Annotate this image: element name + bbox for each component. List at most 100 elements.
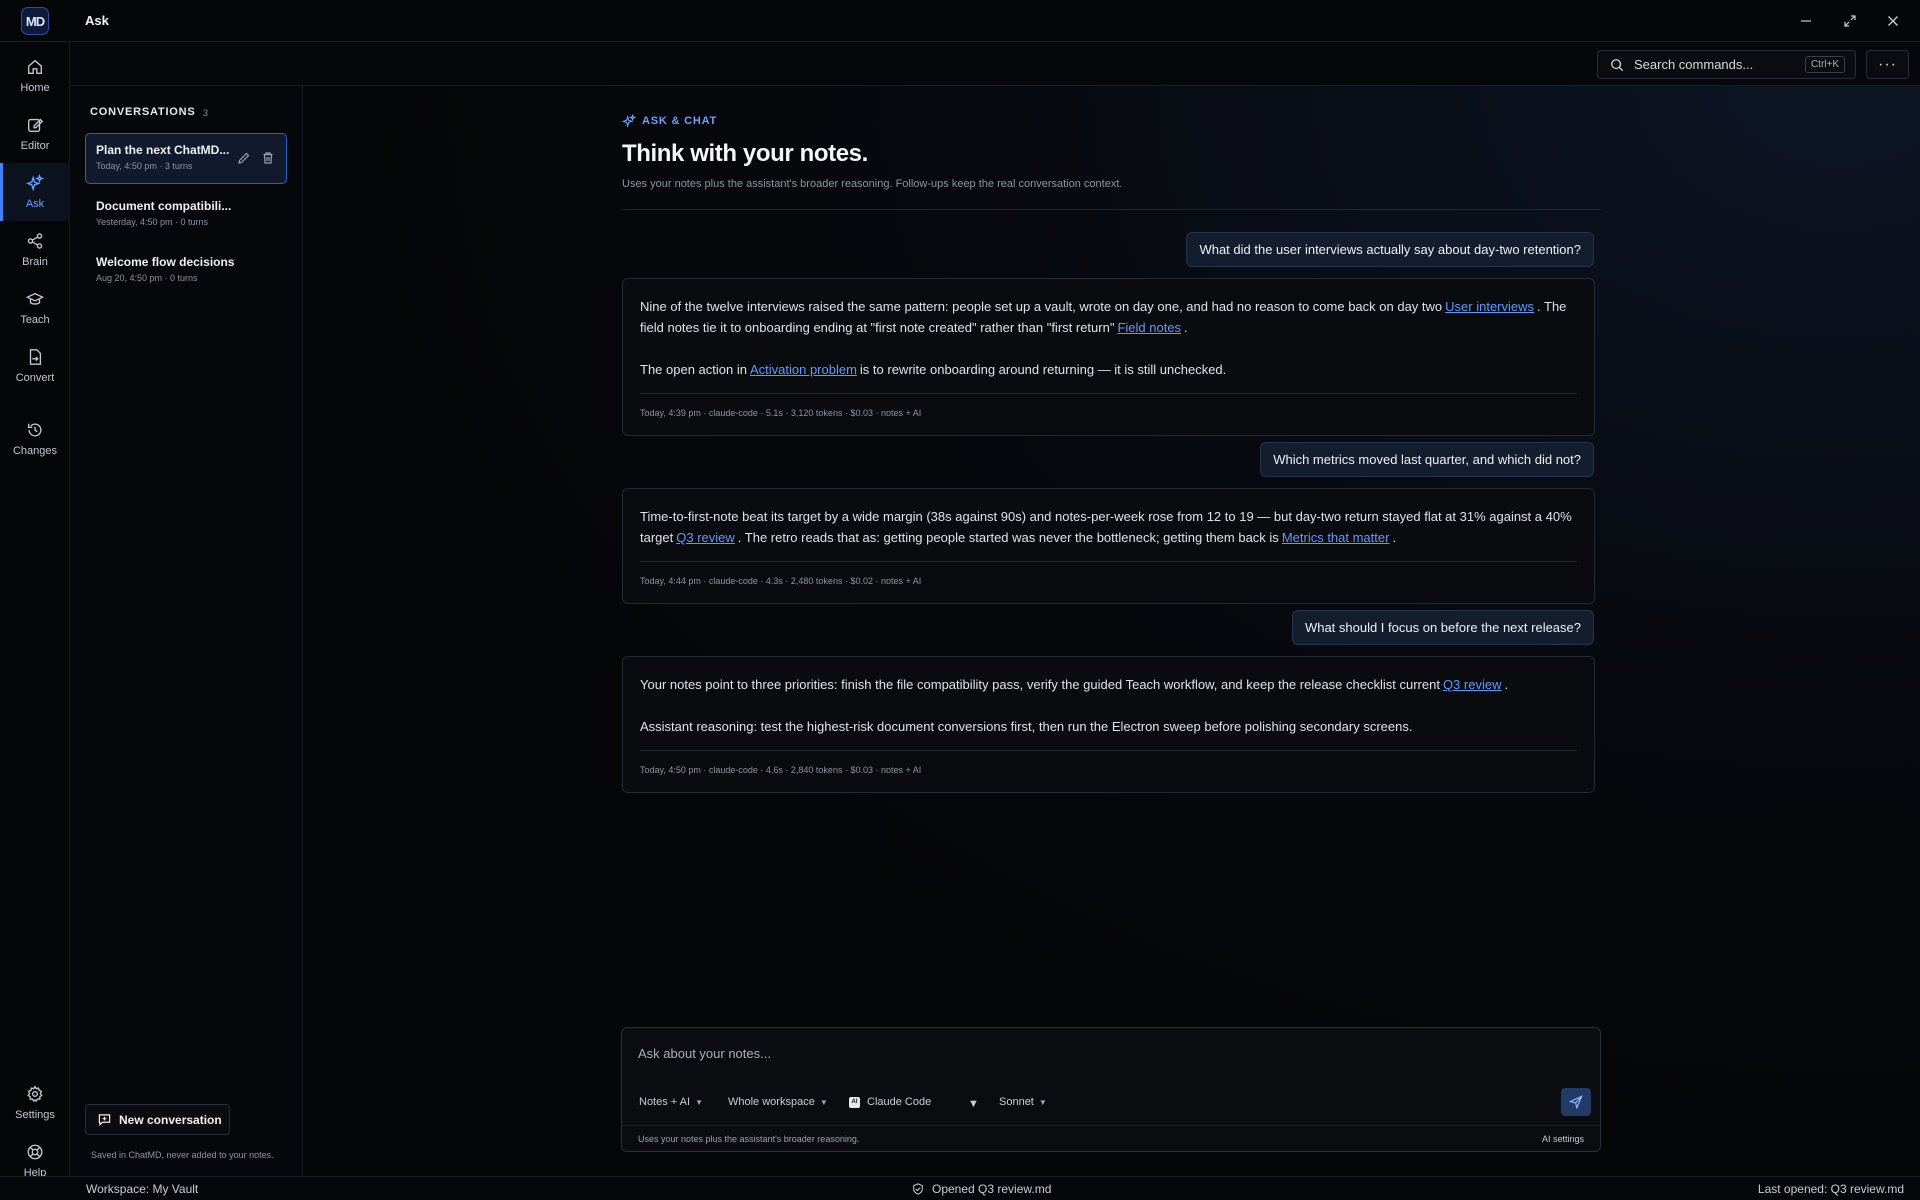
provider-select[interactable]: AI Claude Code [849, 1096, 931, 1108]
chat-plus-icon [98, 1114, 111, 1126]
assistant-message: Time-to-first-note beat its target by a … [622, 488, 1595, 604]
nav-convert[interactable]: Convert [0, 337, 70, 395]
graduation-cap-icon [26, 292, 44, 305]
window-title: Ask [85, 13, 109, 28]
assistant-message: Your notes point to three priorities: fi… [622, 656, 1595, 793]
conversation-meta: Yesterday, 4:50 pm · 0 turns [96, 217, 209, 227]
nav-home[interactable]: Home [0, 47, 70, 105]
search-icon [1611, 58, 1624, 71]
ask-input[interactable] [638, 1042, 1578, 1064]
conversations-heading: CONVERSATIONS [90, 106, 196, 118]
chevron-down-icon[interactable]: ▼ [968, 1098, 979, 1110]
answer-paragraph: Nine of the twelve interviews raised the… [640, 296, 1577, 338]
answer-meta: Today, 4:44 pm · claude-code · 4.3s · 2,… [640, 561, 1577, 603]
scope-select[interactable]: Whole workspace ▼ [728, 1096, 828, 1108]
shield-check-icon [913, 1183, 923, 1195]
new-conversation-button[interactable]: New conversation [85, 1104, 230, 1135]
note-link[interactable]: Q3 review [1443, 677, 1502, 692]
nav-convert-label: Convert [15, 372, 55, 384]
nav-settings[interactable]: Settings [0, 1074, 70, 1132]
workspace-status: Workspace: My Vault [86, 1182, 199, 1196]
maximize-icon[interactable] [1837, 8, 1863, 34]
status-bar: Workspace: My Vault Opened Q3 review.md … [0, 1176, 1920, 1200]
nav-teach[interactable]: Teach [0, 279, 70, 337]
scope-label: Whole workspace [728, 1096, 815, 1108]
section-eyebrow: ASK & CHAT [622, 114, 717, 128]
home-icon [28, 59, 42, 74]
conversation-item[interactable]: Plan the next ChatMD... Today, 4:50 pm ·… [85, 133, 287, 184]
user-message: What should I focus on before the next r… [1291, 610, 1594, 645]
conversation-title: Plan the next ChatMD... [96, 143, 230, 157]
nav-brain-label: Brain [22, 256, 48, 268]
answer-paragraph: The open action in Activation problem is t… [640, 359, 1577, 380]
answer-text: . [1504, 677, 1509, 692]
note-link[interactable]: User interviews [1445, 299, 1534, 314]
answer-text: Nine of the twelve interviews raised the… [640, 299, 1443, 314]
nav-changes[interactable]: Changes [0, 410, 70, 468]
composer-footer: Uses your notes plus the assistant's bro… [622, 1125, 1600, 1152]
answer-paragraph: Your notes point to three priorities: fi… [640, 674, 1577, 695]
user-message: What did the user interviews actually sa… [1186, 232, 1594, 267]
rename-icon[interactable] [237, 151, 251, 165]
send-icon [1569, 1095, 1583, 1109]
conversation-item[interactable]: Welcome flow decisions Aug 20, 4:50 pm ·… [85, 245, 287, 296]
share-nodes-icon [27, 233, 43, 249]
send-button[interactable] [1561, 1088, 1591, 1116]
eyebrow-label: ASK & CHAT [642, 115, 718, 127]
model-select[interactable]: Sonnet ▼ [999, 1096, 1047, 1108]
chevron-down-icon: ▼ [819, 1097, 828, 1107]
activity-text: Opened Q3 review.md [932, 1182, 1052, 1196]
nav-editor-label: Editor [20, 140, 50, 152]
model-label: Sonnet [999, 1096, 1034, 1108]
nav-home-label: Home [20, 82, 50, 94]
title-bar: MD Ask [0, 0, 1920, 42]
answer-meta: Today, 4:50 pm · claude-code · 4.6s · 2,… [640, 750, 1577, 792]
conversation-title: Welcome flow decisions [96, 255, 235, 269]
assistant-message: Nine of the twelve interviews raised the… [622, 278, 1595, 436]
activity-status: Opened Q3 review.md [912, 1182, 1051, 1196]
nav-editor[interactable]: Editor [0, 105, 70, 163]
help-circle-icon [27, 1144, 43, 1160]
note-link[interactable]: Metrics that matter [1282, 530, 1390, 545]
composer-hint: Uses your notes plus the assistant's bro… [638, 1134, 860, 1144]
note-link[interactable]: Field notes [1117, 320, 1181, 335]
command-search[interactable]: Search commands... Ctrl+K [1597, 50, 1856, 79]
history-icon [28, 423, 42, 437]
answer-paragraph: Assistant reasoning: test the highest-ri… [640, 716, 1577, 737]
nav-brain[interactable]: Brain [0, 221, 70, 279]
chat-main [303, 86, 1920, 1176]
ai-settings-link[interactable]: AI settings [1542, 1134, 1584, 1144]
conversations-count: 3 [203, 108, 209, 118]
chevron-down-icon: ▼ [1038, 1097, 1047, 1107]
mode-select[interactable]: Notes + AI ▼ [639, 1096, 703, 1108]
nav-rail: Home Editor Ask Brain Teach Convert Chan… [0, 42, 70, 1179]
answer-text: Assistant reasoning: test the highest-ri… [640, 719, 1413, 734]
new-conversation-label: New conversation [119, 1112, 222, 1127]
delete-icon[interactable] [261, 151, 275, 165]
answer-text: . The retro reads that as: getting peopl… [737, 530, 1279, 545]
note-link[interactable]: Q3 review [676, 530, 735, 545]
minimize-icon[interactable] [1793, 8, 1819, 34]
conversation-item[interactable]: Document compatibili... Yesterday, 4:50 … [85, 189, 287, 240]
nav-ask-label: Ask [25, 198, 45, 210]
answer-text: . [1392, 530, 1397, 545]
more-options-button[interactable]: ··· [1866, 50, 1909, 79]
close-icon[interactable] [1880, 8, 1906, 34]
provider-badge: AI [849, 1096, 860, 1108]
nav-changes-label: Changes [12, 445, 58, 457]
sparkles-icon [622, 114, 636, 128]
nav-ask[interactable]: Ask [0, 163, 70, 221]
page-subtitle: Uses your notes plus the assistant's bro… [622, 178, 1123, 190]
gear-icon [27, 1085, 43, 1102]
edit-icon [28, 118, 44, 132]
file-convert-icon [29, 349, 42, 365]
provider-label: Claude Code [867, 1096, 932, 1108]
answer-text: is to rewrite onboarding around returnin… [859, 362, 1227, 377]
sparkles-icon [26, 174, 44, 192]
user-message: Which metrics moved last quarter, and wh… [1260, 442, 1594, 477]
saved-note: Saved in ChatMD, never added to your not… [91, 1150, 274, 1160]
answer-text: . [1184, 320, 1188, 335]
answer-text: The open action in [640, 362, 747, 377]
chevron-down-icon: ▼ [695, 1097, 703, 1107]
note-link[interactable]: Activation problem [750, 362, 857, 377]
